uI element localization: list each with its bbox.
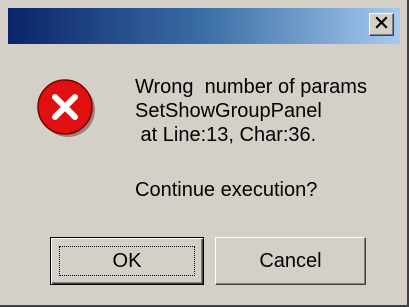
- title-bar[interactable]: [8, 8, 400, 44]
- cancel-button-label: Cancel: [259, 249, 322, 272]
- ok-button-label: OK: [112, 249, 142, 272]
- close-icon: [375, 15, 388, 34]
- error-dialog: Wrong number of params SetShowGroupPanel…: [0, 0, 409, 307]
- close-button[interactable]: [369, 13, 394, 36]
- focus-rectangle: OK: [59, 246, 195, 276]
- cancel-button[interactable]: Cancel: [215, 237, 366, 285]
- message-line: Wrong number of params: [135, 76, 367, 98]
- message-line: at Line:13, Char:36.: [135, 124, 317, 146]
- error-message: Wrong number of params SetShowGroupPanel…: [135, 75, 395, 147]
- message-line: SetShowGroupPanel: [135, 100, 322, 122]
- continue-question: Continue execution?: [135, 179, 318, 201]
- ok-button[interactable]: OK: [50, 237, 204, 285]
- error-icon: [36, 78, 96, 138]
